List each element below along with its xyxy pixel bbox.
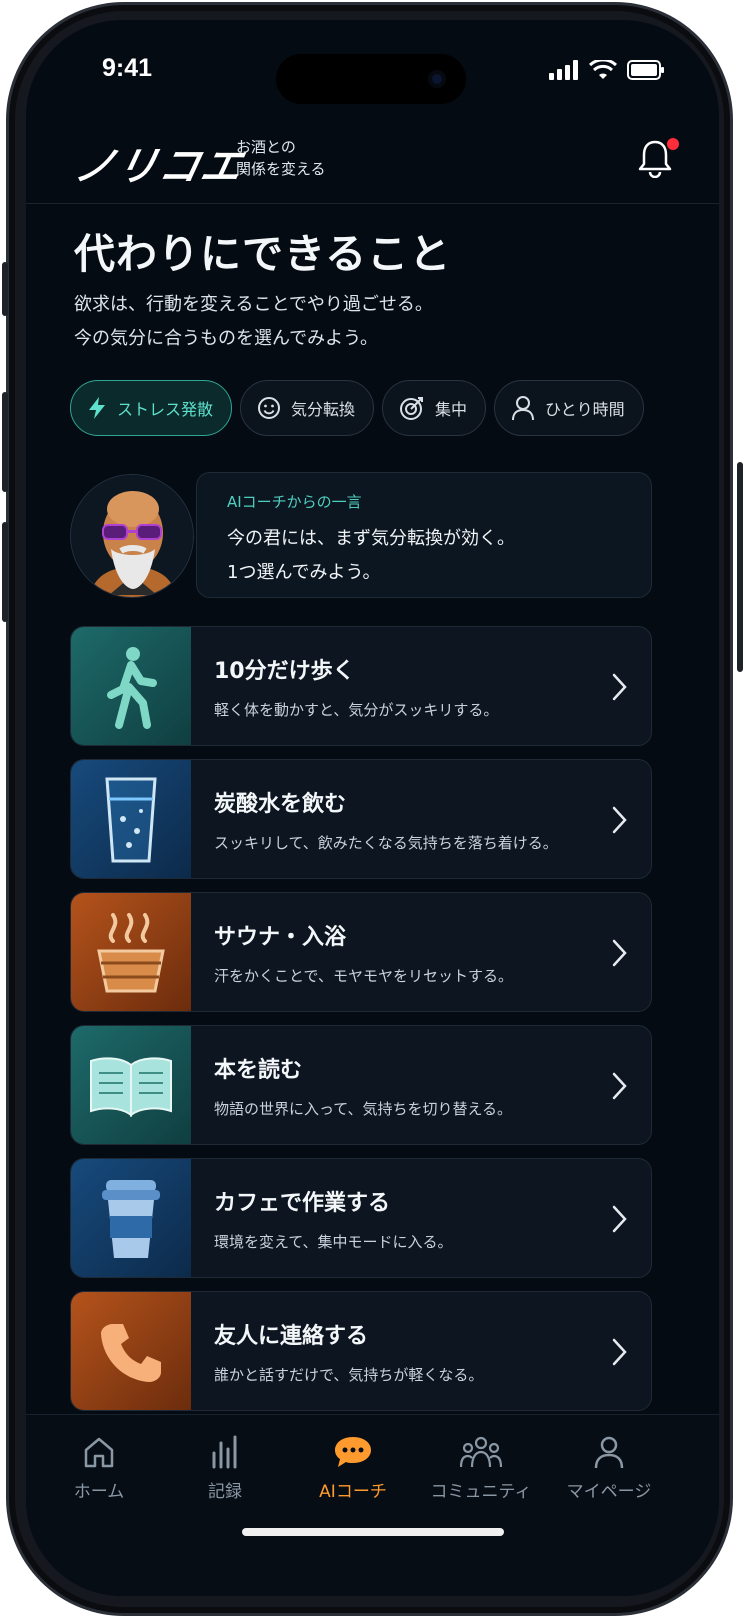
status-time: 9:41 bbox=[102, 54, 153, 82]
tab-label: コミュニティ bbox=[430, 1482, 532, 1502]
activity-card-contact-friend[interactable]: 友人に連絡する 誰かと話すだけで、気持ちが軽くなる。 bbox=[70, 1291, 652, 1411]
activity-title: 本を読む bbox=[214, 1058, 303, 1083]
activity-card-cafe[interactable]: カフェで作業する 環境を変えて、集中モードに入る。 bbox=[70, 1158, 652, 1278]
notification-dot bbox=[667, 138, 679, 150]
activity-title: サウナ・入浴 bbox=[214, 925, 347, 950]
activity-card-sauna[interactable]: サウナ・入浴 汗をかくことで、モヤモヤをリセットする。 bbox=[70, 892, 652, 1012]
dynamic-island bbox=[276, 54, 466, 104]
activity-card-walk[interactable]: 10分だけ歩く 軽く体を動かすと、気分がスッキリする。 bbox=[70, 626, 652, 746]
subtitle-line1: 欲求は、行動を変えることでやり過ごせる。 bbox=[74, 294, 433, 315]
wifi-icon bbox=[589, 60, 617, 79]
user-icon bbox=[594, 1436, 624, 1469]
chip-stress-relief[interactable]: ストレス発散 bbox=[70, 380, 233, 436]
bottom-tab-bar: ホーム 記録 AIコーチ コミュニティ マイページ bbox=[26, 1414, 719, 1596]
chevron-right-icon bbox=[612, 1338, 627, 1366]
ai-coach-message: AIコーチからの一言 今の君には、まず気分転換が効く。 1つ選んでみよう。 bbox=[70, 472, 676, 600]
home-indicator[interactable] bbox=[242, 1528, 504, 1536]
activity-desc: 環境を変えて、集中モードに入る。 bbox=[214, 1233, 453, 1251]
chevron-right-icon bbox=[612, 806, 627, 834]
community-icon bbox=[460, 1436, 502, 1468]
target-icon bbox=[400, 397, 424, 420]
battery-icon bbox=[627, 60, 664, 80]
tab-ai-coach[interactable]: AIコーチ bbox=[288, 1435, 418, 1502]
tagline-line1: お酒との bbox=[236, 138, 296, 156]
coach-avatar bbox=[70, 474, 194, 598]
coach-bubble: AIコーチからの一言 今の君には、まず気分転換が効く。 1つ選んでみよう。 bbox=[196, 472, 652, 598]
activity-card-read-book[interactable]: 本を読む 物語の世界に入って、気持ちを切り替える。 bbox=[70, 1025, 652, 1145]
home-icon bbox=[84, 1437, 114, 1468]
activity-desc: 汗をかくことで、モヤモヤをリセットする。 bbox=[214, 967, 513, 985]
sauna-bucket-icon bbox=[97, 913, 165, 993]
walking-person-icon bbox=[107, 647, 157, 729]
status-icons bbox=[549, 60, 665, 80]
activity-thumb bbox=[71, 1159, 191, 1277]
activity-title: 炭酸水を飲む bbox=[214, 792, 347, 817]
activity-thumb bbox=[71, 1292, 191, 1410]
page-subtitle: 欲求は、行動を変えることでやり過ごせる。 今の気分に合うものを選んでみよう。 bbox=[74, 288, 674, 356]
activity-thumb bbox=[71, 760, 191, 878]
tagline-line2: 関係を変える bbox=[236, 160, 326, 178]
chip-label: 集中 bbox=[435, 400, 468, 419]
chip-label: ストレス発散 bbox=[117, 400, 214, 419]
activity-thumb bbox=[71, 627, 191, 745]
person-icon bbox=[512, 396, 535, 421]
activity-desc: スッキリして、飲みたくなる気持ちを落ち着ける。 bbox=[214, 834, 558, 852]
chip-focus[interactable]: 集中 bbox=[382, 380, 487, 436]
open-book-icon bbox=[90, 1057, 172, 1118]
chip-alone-time[interactable]: ひとり時間 bbox=[494, 380, 644, 436]
app-logo: ノリコエ bbox=[70, 144, 249, 190]
activity-desc: 物語の世界に入って、気持ちを切り替える。 bbox=[214, 1100, 513, 1118]
lightning-icon bbox=[89, 397, 105, 419]
chip-label: ひとり時間 bbox=[545, 400, 625, 419]
activity-thumb bbox=[71, 1026, 191, 1144]
volume-up-button bbox=[2, 392, 8, 492]
subtitle-line2: 今の気分に合うものを選んでみよう。 bbox=[74, 328, 379, 349]
tab-home[interactable]: ホーム bbox=[34, 1435, 164, 1502]
chevron-right-icon bbox=[612, 939, 627, 967]
coach-label: AIコーチからの一言 bbox=[227, 493, 362, 511]
category-chips: ストレス発散 気分転換 集中 ひとり時間 bbox=[70, 380, 644, 436]
notification-button[interactable] bbox=[637, 138, 679, 182]
coach-text: 今の君には、まず気分転換が効く。 1つ選んでみよう。 bbox=[227, 522, 621, 590]
tab-community[interactable]: コミュニティ bbox=[416, 1435, 546, 1502]
tab-label: ホーム bbox=[73, 1482, 125, 1502]
tab-label: マイページ bbox=[566, 1482, 652, 1502]
chevron-right-icon bbox=[612, 1205, 627, 1233]
volume-down-button bbox=[2, 522, 8, 622]
mute-switch bbox=[2, 262, 8, 316]
coffee-cup-icon bbox=[102, 1180, 160, 1258]
power-button bbox=[737, 462, 743, 672]
signal-icon bbox=[549, 60, 578, 80]
tab-records[interactable]: 記録 bbox=[160, 1435, 290, 1502]
activity-desc: 軽く体を動かすと、気分がスッキリする。 bbox=[214, 701, 499, 719]
app-tagline: お酒との 関係を変える bbox=[236, 136, 326, 180]
chevron-right-icon bbox=[612, 1072, 627, 1100]
phone-icon bbox=[101, 1324, 161, 1382]
smile-icon bbox=[258, 397, 281, 419]
chevron-right-icon bbox=[612, 673, 627, 701]
chip-mood-change[interactable]: 気分転換 bbox=[240, 380, 375, 436]
activity-title: 友人に連絡する bbox=[214, 1324, 369, 1349]
chip-label: 気分転換 bbox=[291, 400, 356, 419]
bar-chart-icon bbox=[212, 1435, 237, 1469]
page-title: 代わりにできること bbox=[74, 230, 452, 278]
coach-line2: 1つ選んでみよう。 bbox=[227, 562, 381, 583]
activity-title: 10分だけ歩く bbox=[214, 659, 355, 684]
tab-label: AIコーチ bbox=[319, 1482, 387, 1502]
sparkling-water-glass-icon bbox=[105, 777, 157, 863]
coach-line1: 今の君には、まず気分転換が効く。 bbox=[227, 528, 515, 549]
screen: 9:41 ノリコエ お酒との 関係を変える 代わりにできること 欲求は、行動を変… bbox=[26, 20, 719, 1596]
app-header: ノリコエ お酒との 関係を変える bbox=[26, 116, 719, 204]
activity-card-sparkling-water[interactable]: 炭酸水を飲む スッキリして、飲みたくなる気持ちを落ち着ける。 bbox=[70, 759, 652, 879]
activity-thumb bbox=[71, 893, 191, 1011]
activity-desc: 誰かと話すだけで、気持ちが軽くなる。 bbox=[214, 1366, 484, 1384]
activity-title: カフェで作業する bbox=[214, 1191, 391, 1216]
activity-list: 10分だけ歩く 軽く体を動かすと、気分がスッキリする。 炭酸水を飲む スッキリし… bbox=[70, 626, 652, 1424]
tab-label: 記録 bbox=[208, 1482, 242, 1502]
chat-bubble-icon bbox=[335, 1437, 371, 1467]
tab-my-page[interactable]: マイページ bbox=[544, 1435, 674, 1502]
